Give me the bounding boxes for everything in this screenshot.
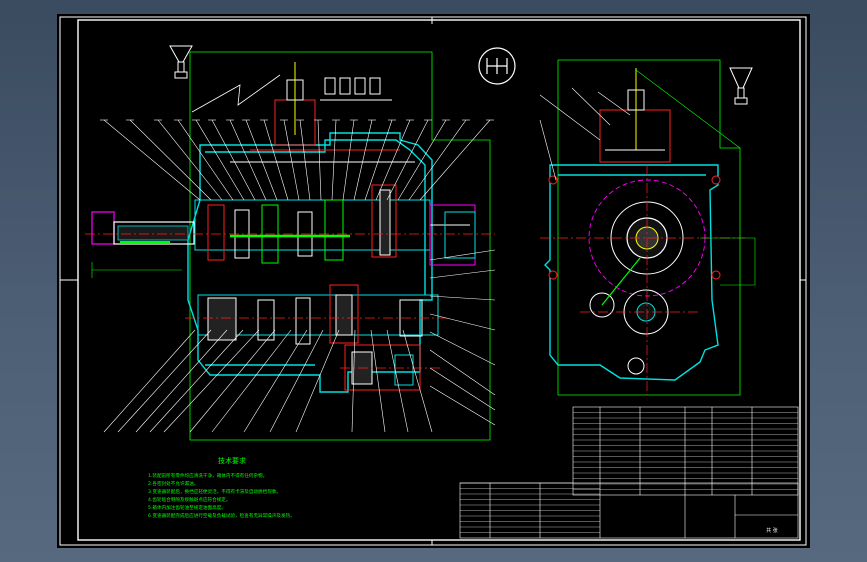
note-line: 1.装配前所有零件均应清洗干净，箱体内不得有任何杂物。 <box>148 472 267 479</box>
notes-heading: 技术要求 <box>218 456 246 465</box>
note-line: 2.各密封处不允许漏油。 <box>148 480 198 487</box>
note-line: 4.齿轮啮合侧隙及接触斑点应符合规定。 <box>148 496 230 503</box>
cad-drawing-sheet: 技术要求 1.装配前所有零件均应清洗干净，箱体内不得有任何杂物。2.各密封处不允… <box>57 14 810 548</box>
note-line: 5.箱体内加注齿轮油至规定油面高度。 <box>148 504 226 511</box>
cad-drawing-viewport: 技术要求 1.装配前所有零件均应清洗干净，箱体内不得有任何杂物。 2.各密封处不允… <box>0 0 867 562</box>
sheet-mark: 共 张 <box>766 527 778 534</box>
note-line: 3.变速器装配后，换挡应轻便灵活，不得有卡滞及自动脱挡现象。 <box>148 488 281 495</box>
drawing-background <box>57 14 810 548</box>
note-line: 6.变速器装配完成后应进行空载及负载试验，检查有无异常噪声及发热。 <box>148 512 295 519</box>
